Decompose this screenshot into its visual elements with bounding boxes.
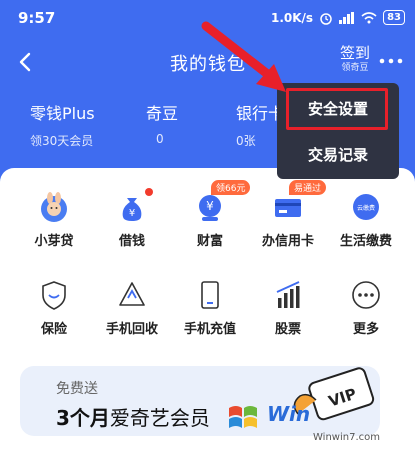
signin-label: 签到 xyxy=(340,44,371,62)
windows-logo-icon xyxy=(229,406,257,428)
promo-subtitle: 免费送 xyxy=(56,381,98,397)
service-life-payment[interactable]: 云缴费 生活缴费 xyxy=(326,190,406,249)
service-borrow[interactable]: ¥ 借钱 xyxy=(92,188,172,249)
asset-qidou[interactable]: 奇豆 0 xyxy=(146,100,178,146)
watermark-site: Winwin7.com xyxy=(313,432,380,443)
service-phone-recycle[interactable]: 手机回收 xyxy=(92,278,172,337)
promo-tag: 领66元 xyxy=(211,180,251,195)
alarm-icon xyxy=(320,12,332,25)
annotation-arrow-icon xyxy=(201,21,286,92)
service-label: 办信用卡 xyxy=(261,234,314,249)
watermark: Win Winwin7.com xyxy=(225,390,410,450)
recycle-icon xyxy=(119,282,145,306)
svg-text:¥: ¥ xyxy=(129,208,135,219)
svg-text:¥: ¥ xyxy=(206,199,214,213)
wifi-icon xyxy=(361,11,377,23)
back-icon[interactable] xyxy=(12,48,40,76)
signal-icon xyxy=(339,11,355,24)
money-bag-icon: ¥ xyxy=(122,198,142,221)
promo-highlight: 3个月 xyxy=(56,406,110,430)
service-label: 股票 xyxy=(274,322,301,337)
service-label: 财富 xyxy=(196,234,223,249)
service-label: 手机充值 xyxy=(183,322,236,337)
service-label: 借钱 xyxy=(118,234,145,249)
service-xiaoya-loan[interactable]: 小芽贷 xyxy=(14,190,94,249)
cloud-bill-icon: 云缴费 xyxy=(353,194,379,220)
promo-title: 3个月爱奇艺会员 xyxy=(56,402,210,431)
service-credit-card[interactable]: 易通过 办信用卡 xyxy=(248,180,328,249)
service-insurance[interactable]: 保险 xyxy=(14,278,94,337)
shield-icon xyxy=(42,281,66,310)
asset-change-plus[interactable]: 零钱Plus 领30天会员 xyxy=(30,100,95,149)
service-label: 更多 xyxy=(352,322,379,337)
more-dots-icon xyxy=(352,281,380,309)
bar-chart-icon xyxy=(276,281,300,308)
highlight-box xyxy=(286,88,388,130)
promo-title-text: 爱奇艺会员 xyxy=(109,406,210,430)
service-label: 保险 xyxy=(40,322,67,337)
service-label: 手机回收 xyxy=(105,322,158,337)
promo-tag: 易通过 xyxy=(289,180,327,195)
asset-label: 零钱Plus xyxy=(30,104,95,123)
watermark-brand: Win xyxy=(267,402,311,426)
service-more[interactable]: 更多 xyxy=(326,278,406,337)
bunny-icon xyxy=(41,192,67,222)
service-wealth[interactable]: 领66元 ¥ 财富 xyxy=(170,180,251,249)
phone-icon xyxy=(201,281,219,309)
service-phone-topup[interactable]: 手机充值 xyxy=(170,278,250,337)
credit-card-icon xyxy=(275,199,301,217)
service-label: 小芽贷 xyxy=(34,234,74,249)
menu-item-transaction-records[interactable]: 交易记录 xyxy=(277,133,399,177)
notification-dot xyxy=(145,188,153,196)
signin-button[interactable]: 签到 领奇豆 xyxy=(340,46,370,73)
service-stocks[interactable]: 股票 xyxy=(248,278,328,337)
service-label: 生活缴费 xyxy=(339,234,392,249)
asset-label: 奇豆 xyxy=(146,104,179,123)
svg-text:云缴费: 云缴费 xyxy=(357,204,375,212)
signin-sublabel: 领奇豆 xyxy=(341,63,369,73)
battery-indicator: 83 xyxy=(383,10,405,25)
more-icon[interactable] xyxy=(378,54,404,68)
yuan-coin-icon: ¥ xyxy=(199,195,221,221)
asset-value: 0 xyxy=(156,132,164,146)
asset-value: 领30天会员 xyxy=(30,134,94,148)
status-time: 9:57 xyxy=(18,9,56,27)
